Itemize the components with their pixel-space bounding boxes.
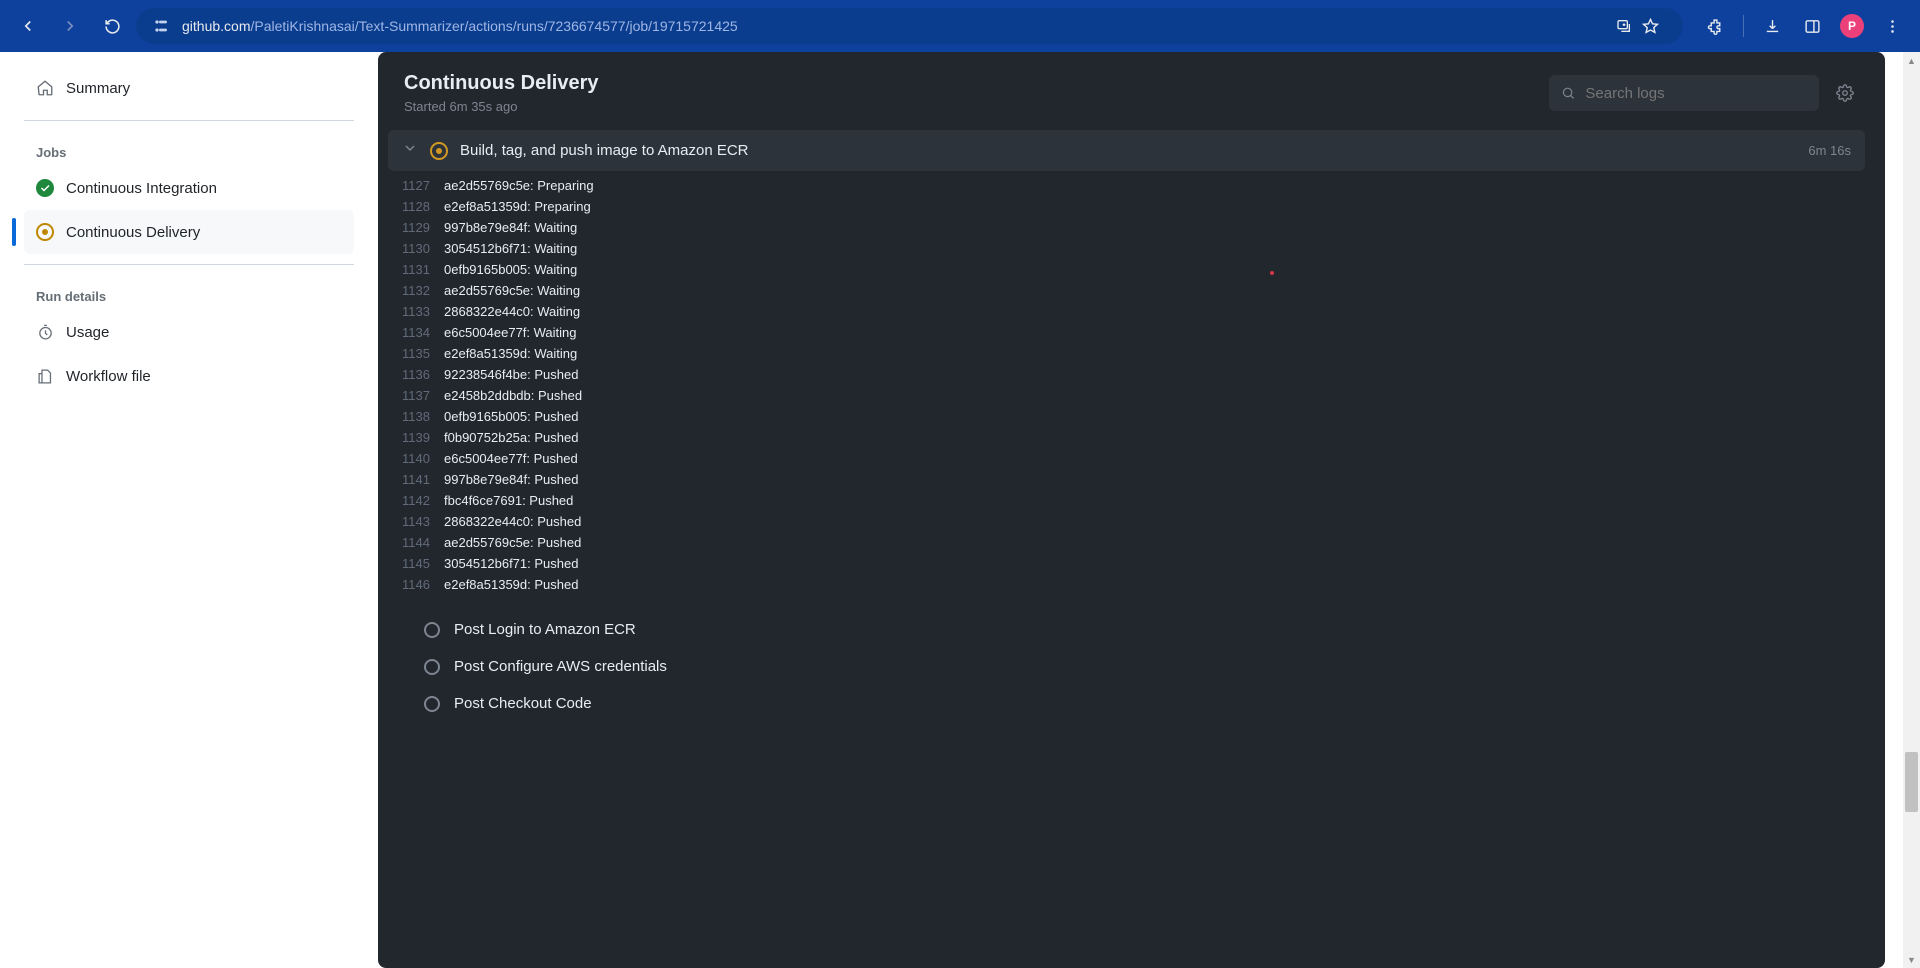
back-button[interactable] xyxy=(10,8,46,44)
sidebar-usage-label: Usage xyxy=(66,324,109,341)
log-line: 11303054512b6f71: Waiting xyxy=(388,238,1865,259)
post-step-label: Post Checkout Code xyxy=(454,695,592,712)
workflow-panel: Continuous Delivery Started 6m 35s ago xyxy=(378,52,1885,968)
log-line: 1128e2ef8a51359d: Preparing xyxy=(388,196,1865,217)
post-step[interactable]: Post Configure AWS credentials xyxy=(388,648,1865,685)
workflow-title: Continuous Delivery xyxy=(404,72,598,95)
page-scrollbar[interactable]: ▲ ▼ xyxy=(1903,52,1920,968)
step-title: Build, tag, and push image to Amazon ECR xyxy=(460,142,1796,159)
log-line: 11453054512b6f71: Pushed xyxy=(388,553,1865,574)
search-logs-input[interactable] xyxy=(1585,85,1807,102)
home-icon xyxy=(36,79,54,97)
log-line: 11380efb9165b005: Pushed xyxy=(388,406,1865,427)
log-output: 1127ae2d55769c5e: Preparing1128e2ef8a513… xyxy=(388,171,1865,611)
sidebar-job-label: Continuous Delivery xyxy=(66,224,200,241)
log-line: 1140e6c5004ee77f: Pushed xyxy=(388,448,1865,469)
stopwatch-icon xyxy=(36,323,54,341)
menu-button[interactable] xyxy=(1874,8,1910,44)
log-line: 1127ae2d55769c5e: Preparing xyxy=(388,175,1865,196)
status-running-icon xyxy=(430,142,448,160)
search-icon xyxy=(1561,85,1575,101)
settings-button[interactable] xyxy=(1829,77,1861,109)
log-line: 1142fbc4f6ce7691: Pushed xyxy=(388,490,1865,511)
url-text: github.com/PaletiKrishnasai/Text-Summari… xyxy=(182,18,738,34)
step-duration: 6m 16s xyxy=(1808,143,1851,158)
sidebar-workflow-file[interactable]: Workflow file xyxy=(24,354,354,398)
log-line: 1137e2458b2ddbdb: Pushed xyxy=(388,385,1865,406)
post-step[interactable]: Post Checkout Code xyxy=(388,685,1865,722)
downloads-icon[interactable] xyxy=(1754,8,1790,44)
cursor-dot xyxy=(1270,271,1274,275)
sidebar-job-cd[interactable]: Continuous Delivery xyxy=(24,210,354,254)
sidebar-summary-label: Summary xyxy=(66,80,130,97)
file-icon xyxy=(36,367,54,385)
search-logs[interactable] xyxy=(1549,75,1819,111)
status-pending-icon xyxy=(424,622,440,638)
workflow-started: Started 6m 35s ago xyxy=(404,99,598,114)
sidebar-summary[interactable]: Summary xyxy=(24,66,354,110)
scroll-down-arrow[interactable]: ▼ xyxy=(1903,951,1920,968)
log-line: 1129997b8e79e84f: Waiting xyxy=(388,217,1865,238)
forward-button[interactable] xyxy=(52,8,88,44)
sidebar-usage[interactable]: Usage xyxy=(24,310,354,354)
jobs-section-title: Jobs xyxy=(24,131,354,166)
side-panel-icon[interactable] xyxy=(1794,8,1830,44)
profile-avatar[interactable]: P xyxy=(1834,8,1870,44)
status-running-icon xyxy=(36,223,54,241)
status-success-icon xyxy=(36,179,54,197)
log-line: 1144ae2d55769c5e: Pushed xyxy=(388,532,1865,553)
install-app-icon[interactable] xyxy=(1613,15,1635,37)
scroll-up-arrow[interactable]: ▲ xyxy=(1903,52,1920,69)
log-line: 1135e2ef8a51359d: Waiting xyxy=(388,343,1865,364)
reload-button[interactable] xyxy=(94,8,130,44)
log-line: 1134e6c5004ee77f: Waiting xyxy=(388,322,1865,343)
log-line: 1146e2ef8a51359d: Pushed xyxy=(388,574,1865,595)
scroll-thumb[interactable] xyxy=(1905,752,1918,812)
sidebar-job-label: Continuous Integration xyxy=(66,180,217,197)
browser-toolbar: github.com/PaletiKrishnasai/Text-Summari… xyxy=(0,0,1920,52)
step-header[interactable]: Build, tag, and push image to Amazon ECR… xyxy=(388,130,1865,171)
log-line: 11332868322e44c0: Waiting xyxy=(388,301,1865,322)
log-line: 11310efb9165b005: Waiting xyxy=(388,259,1865,280)
log-line: 1139f0b90752b25a: Pushed xyxy=(388,427,1865,448)
log-line: 113692238546f4be: Pushed xyxy=(388,364,1865,385)
log-line: 11432868322e44c0: Pushed xyxy=(388,511,1865,532)
run-details-section-title: Run details xyxy=(24,275,354,310)
sidebar: Summary Jobs Continuous Integration Cont… xyxy=(0,52,378,968)
post-step-label: Post Login to Amazon ECR xyxy=(454,621,636,638)
sidebar-job-ci[interactable]: Continuous Integration xyxy=(24,166,354,210)
address-bar[interactable]: github.com/PaletiKrishnasai/Text-Summari… xyxy=(136,8,1683,44)
status-pending-icon xyxy=(424,659,440,675)
site-info-icon[interactable] xyxy=(150,15,172,37)
chevron-down-icon xyxy=(402,140,418,161)
log-line: 1132ae2d55769c5e: Waiting xyxy=(388,280,1865,301)
post-step[interactable]: Post Login to Amazon ECR xyxy=(388,611,1865,648)
status-pending-icon xyxy=(424,696,440,712)
log-line: 1141997b8e79e84f: Pushed xyxy=(388,469,1865,490)
sidebar-workflow-file-label: Workflow file xyxy=(66,368,151,385)
bookmark-star-icon[interactable] xyxy=(1639,15,1661,37)
extensions-icon[interactable] xyxy=(1697,8,1733,44)
post-step-label: Post Configure AWS credentials xyxy=(454,658,667,675)
gear-icon xyxy=(1836,84,1854,102)
